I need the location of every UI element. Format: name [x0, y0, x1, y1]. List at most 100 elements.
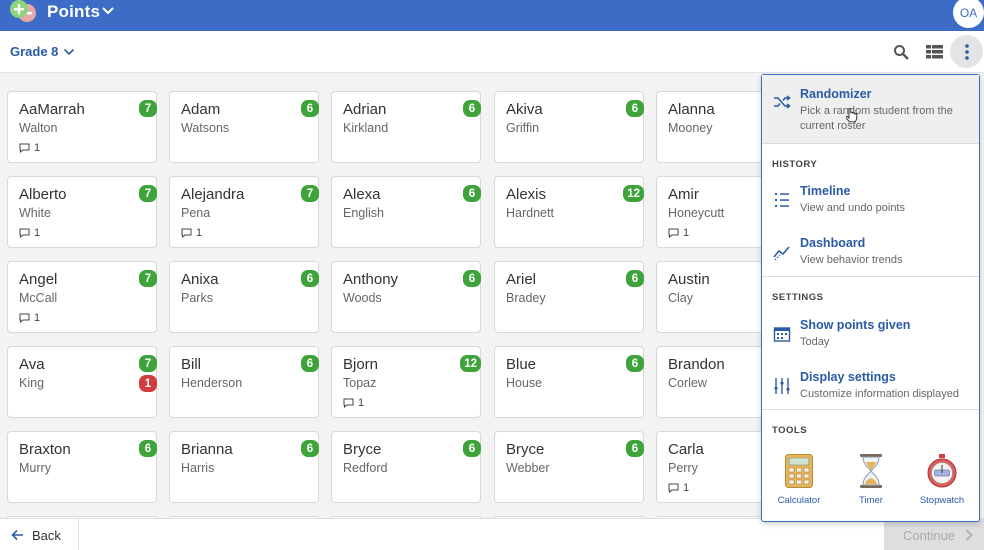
arrow-left-icon: [11, 529, 23, 541]
tool-timer[interactable]: Timer: [841, 453, 901, 506]
grade-label: Grade 8: [10, 44, 59, 59]
student-last-name: Redford: [343, 461, 388, 475]
student-card[interactable]: Blue House 6: [494, 346, 644, 418]
student-card[interactable]: Angel McCall 7 1: [7, 261, 157, 333]
student-card[interactable]: Anthony Woods 6: [331, 261, 481, 333]
student-first-name: Anthony: [343, 271, 399, 288]
comment-icon: [19, 143, 30, 153]
student-card[interactable]: Bryce Redford 6: [331, 431, 481, 503]
avatar[interactable]: OA: [953, 0, 984, 28]
stopwatch-label: Stopwatch: [919, 495, 965, 506]
menu-item-randomizer[interactable]: Randomizer Pick a random student from th…: [762, 75, 979, 143]
comment-icon: [19, 313, 30, 323]
student-card[interactable]: Anixa Parks 6: [169, 261, 319, 333]
student-card[interactable]: Ava King 7 1: [7, 346, 157, 418]
randomizer-desc: Pick a random student from the current r…: [800, 105, 953, 132]
comment-count-value: 1: [34, 312, 41, 324]
points-badge: 7: [139, 100, 157, 117]
comment-icon: [19, 228, 30, 238]
student-last-name: White: [19, 206, 51, 220]
tool-stopwatch[interactable]: Stopwatch: [912, 453, 972, 506]
settings-heading: SETTINGS: [772, 292, 824, 303]
view-toggle-button[interactable]: [924, 42, 944, 62]
student-first-name: Brianna: [181, 441, 233, 458]
grade-select[interactable]: Grade 8: [10, 44, 75, 59]
menu-divider: [762, 276, 979, 277]
student-card[interactable]: Braxton Murry 6: [7, 431, 157, 503]
points-badge: 6: [463, 100, 481, 117]
student-last-name: House: [506, 376, 543, 390]
student-first-name: Anixa: [181, 271, 219, 288]
timer-label: Timer: [859, 495, 883, 506]
student-first-name: Adam: [181, 101, 221, 118]
student-card[interactable]: Alberto White 7 1: [7, 176, 157, 248]
dashboard-desc: View behavior trends: [800, 254, 903, 266]
student-card[interactable]: Adam Watsons 6: [169, 91, 319, 163]
student-first-name: Bryce: [343, 441, 382, 458]
trend-chart-icon: [773, 246, 790, 261]
points-badge: 7: [139, 355, 157, 372]
points-badge: 7: [301, 185, 319, 202]
timeline-title: Timeline: [800, 184, 851, 198]
student-first-name: Blue: [506, 356, 537, 373]
student-last-name: Walton: [19, 121, 58, 135]
student-first-name: Austin: [668, 271, 710, 288]
chevron-down-icon[interactable]: [101, 4, 115, 18]
comment-icon: [668, 228, 679, 238]
comment-count[interactable]: 1: [668, 482, 689, 494]
student-card[interactable]: Bill Henderson 6: [169, 346, 319, 418]
grid-view-icon: [925, 45, 943, 59]
comment-count[interactable]: 1: [668, 227, 689, 239]
student-card[interactable]: Brianna Harris 6: [169, 431, 319, 503]
timeline-desc: View and undo points: [800, 202, 905, 214]
student-card[interactable]: Alejandra Pena 7 1: [169, 176, 319, 248]
menu-item-dashboard[interactable]: Dashboard View behavior trends: [762, 231, 979, 279]
stopwatch-icon: [927, 454, 957, 488]
comment-count[interactable]: 1: [19, 142, 40, 154]
shuffle-icon: [774, 95, 791, 109]
comment-count[interactable]: 1: [343, 397, 364, 409]
search-button[interactable]: [891, 42, 911, 62]
student-last-name: Murry: [19, 461, 51, 475]
student-last-name: King: [19, 376, 45, 390]
student-card[interactable]: Bryce Webber 6: [494, 431, 644, 503]
student-card[interactable]: Ariel Bradey 6: [494, 261, 644, 333]
comment-count[interactable]: 1: [19, 312, 40, 324]
student-first-name: Adrian: [343, 101, 387, 118]
tools-heading: TOOLS: [772, 425, 808, 436]
more-options-button[interactable]: [950, 35, 983, 68]
comment-count[interactable]: 1: [19, 227, 40, 239]
show-points-desc: Today: [800, 336, 830, 348]
comment-count[interactable]: 1: [181, 227, 202, 239]
comment-icon: [181, 228, 192, 238]
menu-item-show-points[interactable]: Show points given Today: [762, 313, 979, 361]
student-first-name: Carla: [668, 441, 704, 458]
comment-count-value: 1: [196, 227, 203, 239]
comment-count-value: 1: [683, 482, 690, 494]
tool-calculator[interactable]: Calculator: [769, 453, 829, 506]
menu-item-timeline[interactable]: Timeline View and undo points: [762, 179, 979, 227]
student-card[interactable]: AaMarrah Walton 7 1: [7, 91, 157, 163]
student-card[interactable]: Alexis Hardnett 12: [494, 176, 644, 248]
points-badge: 6: [301, 355, 319, 372]
student-first-name: Alberto: [19, 186, 67, 203]
points-badge: 6: [626, 440, 644, 457]
chevron-right-icon: [965, 529, 973, 541]
continue-button[interactable]: Continue: [884, 519, 984, 550]
points-badge: 6: [463, 270, 481, 287]
student-card[interactable]: Akiva Griffin 6: [494, 91, 644, 163]
student-first-name: Akiva: [506, 101, 543, 118]
student-card[interactable]: Alexa English 6: [331, 176, 481, 248]
more-vertical-icon: [964, 43, 969, 60]
comment-count-value: 1: [358, 397, 365, 409]
student-last-name: Harris: [181, 461, 215, 475]
student-first-name: Bjorn: [343, 356, 379, 373]
student-last-name: Kirkland: [343, 121, 389, 135]
back-button[interactable]: Back: [0, 519, 79, 550]
student-card[interactable]: Adrian Kirkland 6: [331, 91, 481, 163]
student-card[interactable]: Bjorn Topaz 12 1: [331, 346, 481, 418]
menu-item-display-settings[interactable]: Display settings Customize information d…: [762, 365, 979, 413]
app-title[interactable]: Points: [47, 2, 100, 22]
sliders-icon: [774, 378, 790, 394]
points-badge: 7: [139, 185, 157, 202]
